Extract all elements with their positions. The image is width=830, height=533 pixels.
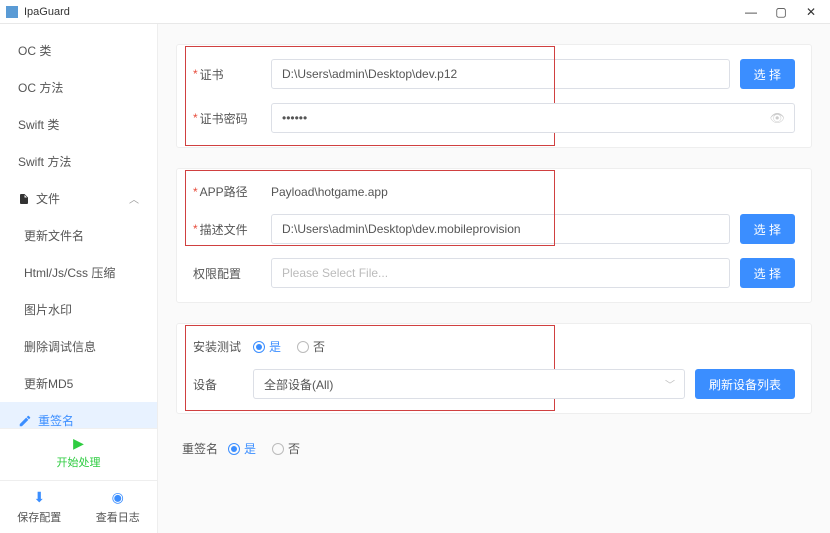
sidebar-item-update-md5[interactable]: 更新MD5	[0, 365, 157, 402]
maximize-button[interactable]: ▢	[766, 5, 796, 19]
play-icon: ▶	[0, 435, 157, 452]
signature-icon	[18, 414, 32, 428]
title-bar: IpaGuard — ▢ ✕	[0, 0, 830, 24]
app-card: *APP路径 Payload\hotgame.app *描述文件 选 择 权限配…	[176, 168, 812, 303]
sidebar-item-label: 图片水印	[24, 301, 72, 318]
sidebar-item-remove-debug[interactable]: 删除调试信息	[0, 328, 157, 365]
resign-label: 重签名	[182, 440, 218, 457]
install-no-radio[interactable]: 否	[297, 338, 325, 355]
sidebar-item-oc-class[interactable]: OC 类	[0, 32, 157, 69]
cert-password-input[interactable]	[271, 103, 795, 133]
sidebar-item-label: 删除调试信息	[24, 338, 96, 355]
device-select[interactable]	[253, 369, 685, 399]
cert-pwd-label: *证书密码	[193, 110, 271, 127]
window-title: IpaGuard	[24, 6, 70, 18]
sidebar: OC 类 OC 方法 Swift 类 Swift 方法 文件 ︿ 更新文件名 H…	[0, 24, 158, 533]
view-logs-button[interactable]: ◉ 查看日志	[79, 481, 158, 533]
sidebar-item-files[interactable]: 文件 ︿	[0, 180, 157, 217]
app-path-label: *APP路径	[193, 183, 271, 200]
start-label: 开始处理	[0, 454, 157, 470]
provision-input[interactable]	[271, 214, 730, 244]
sidebar-item-label: 文件	[36, 190, 60, 207]
provision-select-button[interactable]: 选 择	[740, 214, 795, 244]
resign-footer: 重签名 是 否	[176, 434, 812, 471]
eye-toggle-icon[interactable]: 👁	[770, 111, 785, 125]
sidebar-item-label: OC 类	[18, 42, 51, 59]
sidebar-item-label: 更新MD5	[24, 375, 73, 392]
resign-no-radio[interactable]: 否	[272, 440, 300, 457]
cert-path-input[interactable]	[271, 59, 730, 89]
install-card: 安装测试 是 否 设备 ﹀ 刷新设备列表	[176, 323, 812, 414]
view-logs-label: 查看日志	[79, 509, 158, 525]
permission-label: 权限配置	[193, 265, 271, 282]
sidebar-item-label: 重签名	[38, 412, 74, 428]
permission-input[interactable]	[271, 258, 730, 288]
sidebar-item-resign[interactable]: 重签名	[0, 402, 157, 428]
close-button[interactable]: ✕	[796, 5, 826, 19]
cert-select-button[interactable]: 选 择	[740, 59, 795, 89]
sidebar-item-label: Swift 方法	[18, 153, 71, 170]
sidebar-menu: OC 类 OC 方法 Swift 类 Swift 方法 文件 ︿ 更新文件名 H…	[0, 24, 157, 428]
file-icon	[18, 193, 30, 205]
save-config-button[interactable]: ⬇ 保存配置	[0, 481, 79, 533]
sidebar-item-label: 更新文件名	[24, 227, 84, 244]
device-label: 设备	[193, 376, 253, 393]
minimize-button[interactable]: —	[736, 5, 766, 19]
provision-label: *描述文件	[193, 221, 271, 238]
eye-icon: ◉	[79, 489, 158, 506]
sidebar-item-label: Html/Js/Css 压缩	[24, 264, 115, 281]
app-logo-icon	[6, 6, 18, 18]
certificate-card: *证书 选 择 *证书密码 👁	[176, 44, 812, 148]
resign-yes-radio[interactable]: 是	[228, 440, 256, 457]
install-yes-radio[interactable]: 是	[253, 338, 281, 355]
download-icon: ⬇	[0, 489, 79, 506]
refresh-devices-button[interactable]: 刷新设备列表	[695, 369, 795, 399]
cert-label: *证书	[193, 66, 271, 83]
sidebar-item-label: Swift 类	[18, 116, 59, 133]
main-content: *证书 选 择 *证书密码 👁 *APP路径 Payload\hotgame.a…	[158, 24, 830, 533]
sidebar-item-swift-class[interactable]: Swift 类	[0, 106, 157, 143]
chevron-up-icon: ︿	[129, 191, 139, 206]
sidebar-item-update-filename[interactable]: 更新文件名	[0, 217, 157, 254]
sidebar-item-oc-method[interactable]: OC 方法	[0, 69, 157, 106]
install-test-label: 安装测试	[193, 338, 253, 355]
start-action[interactable]: ▶ 开始处理	[0, 428, 157, 480]
sidebar-item-html-compress[interactable]: Html/Js/Css 压缩	[0, 254, 157, 291]
sidebar-item-watermark[interactable]: 图片水印	[0, 291, 157, 328]
app-path-value: Payload\hotgame.app	[271, 185, 388, 199]
permission-select-button[interactable]: 选 择	[740, 258, 795, 288]
save-config-label: 保存配置	[0, 509, 79, 525]
sidebar-item-label: OC 方法	[18, 79, 63, 96]
sidebar-item-swift-method[interactable]: Swift 方法	[0, 143, 157, 180]
